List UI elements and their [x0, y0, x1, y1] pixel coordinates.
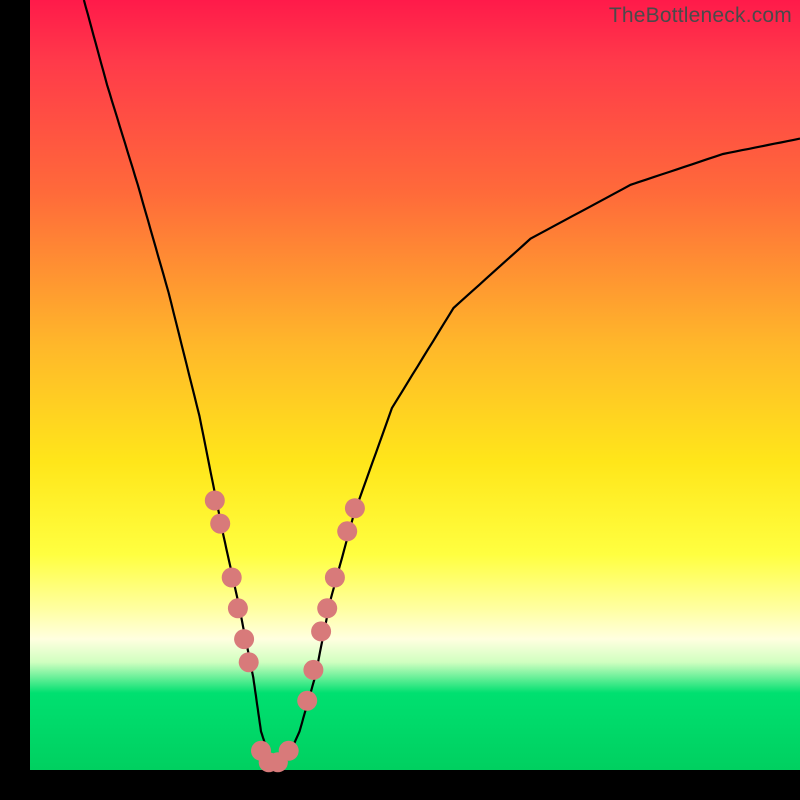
- marker-dot: [311, 621, 331, 641]
- highlight-dots: [205, 491, 365, 773]
- marker-dot: [279, 741, 299, 761]
- marker-dot: [297, 691, 317, 711]
- marker-dot: [239, 652, 259, 672]
- marker-dot: [303, 660, 323, 680]
- bottleneck-curve: [84, 0, 800, 766]
- marker-dot: [205, 491, 225, 511]
- chart-plot-area: TheBottleneck.com: [30, 0, 800, 770]
- marker-dot: [222, 568, 242, 588]
- marker-dot: [234, 629, 254, 649]
- marker-dot: [325, 568, 345, 588]
- marker-dot: [228, 598, 248, 618]
- chart-svg: [30, 0, 800, 770]
- marker-dot: [345, 498, 365, 518]
- marker-dot: [317, 598, 337, 618]
- marker-dot: [210, 514, 230, 534]
- marker-dot: [337, 521, 357, 541]
